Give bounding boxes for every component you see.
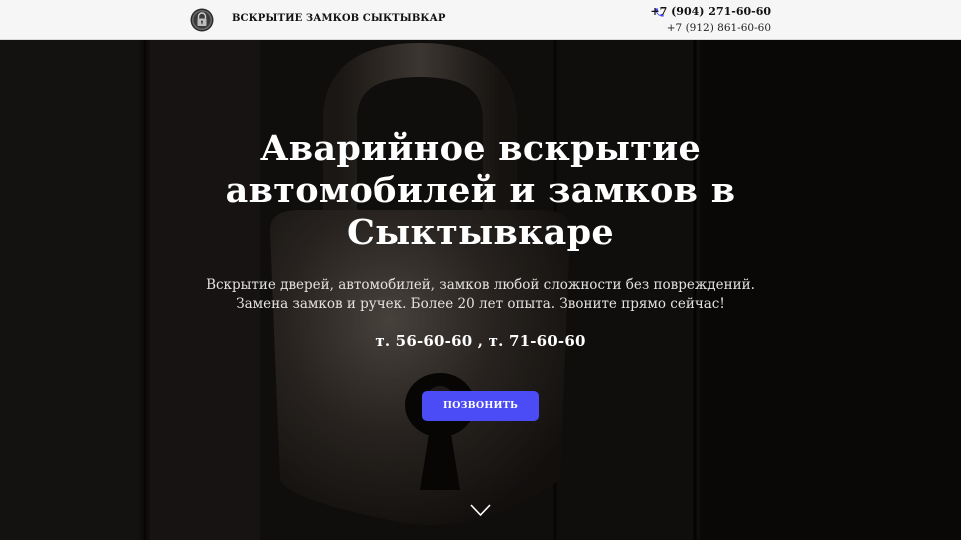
header-phone-primary[interactable]: +7 (904) 271-60-60 bbox=[650, 5, 771, 18]
hero-subtitle-line-2: Замена замков и ручек. Более 20 лет опыт… bbox=[236, 296, 725, 312]
chevron-down-icon[interactable] bbox=[470, 504, 491, 517]
padlock-logo-icon[interactable] bbox=[190, 8, 214, 32]
site-header: ВСКРЫТИЕ ЗАМКОВ СЫКТЫВКАР +7 (904) 271-6… bbox=[0, 0, 961, 40]
brand-name[interactable]: ВСКРЫТИЕ ЗАМКОВ СЫКТЫВКАР bbox=[232, 13, 445, 24]
hero-phone-numbers: т. 56-60-60 , т. 71-60-60 bbox=[375, 332, 586, 350]
hero-title: Аварийное вскрытие автомобилей и замков … bbox=[180, 128, 781, 254]
hero-section: Аварийное вскрытие автомобилей и замков … bbox=[0, 40, 961, 540]
hero-title-line-1: Аварийное вскрытие bbox=[259, 128, 702, 169]
hero-title-line-2: автомобилей и замков в bbox=[225, 170, 736, 211]
call-button[interactable]: ПОЗВОНИТЬ bbox=[422, 391, 539, 421]
hero-title-line-3: Сыктывкаре bbox=[346, 212, 614, 253]
hero-subtitle: Вскрытие дверей, автомобилей, замков люб… bbox=[200, 276, 761, 314]
hero-subtitle-line-1: Вскрытие дверей, автомобилей, замков люб… bbox=[206, 277, 755, 293]
header-phone-secondary[interactable]: +7 (912) 861-60-60 bbox=[667, 22, 771, 34]
